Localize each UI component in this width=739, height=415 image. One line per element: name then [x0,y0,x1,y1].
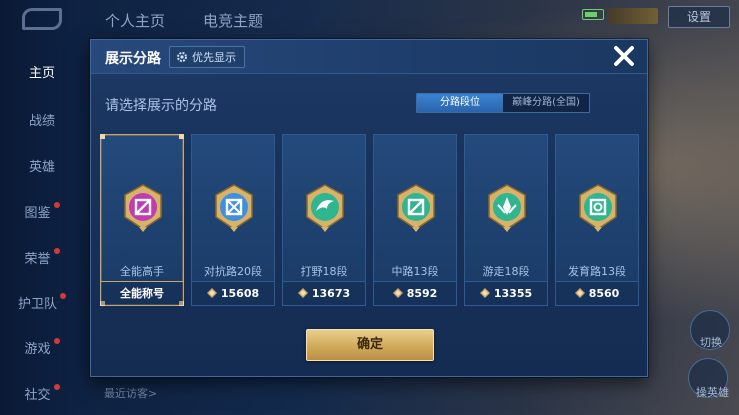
nav-label: 战绩 [28,114,55,129]
mid-lane-emblem-icon [397,184,435,232]
left-navigation: 主页 战绩 英雄 图鉴 荣誉 护卫队 游戏 社交 [0,0,84,415]
lane-name: 发育路13段 [568,265,626,278]
lane-value: 8592 [406,287,438,300]
rank-points-icon [574,288,585,298]
lane-name: 游走18段 [482,265,530,278]
rank-points-icon [479,288,490,298]
lane-value: 13355 [493,287,533,300]
lane-name: 对抗路20段 [204,265,262,278]
lane-card-clash[interactable]: 对抗路20段 15608 [191,134,275,306]
lane-value: 15608 [220,287,260,300]
corner-mark [179,134,184,139]
tab-peak-lane[interactable]: 巅峰分路(全国) [503,94,589,112]
nav-label: 主页 [28,66,55,81]
lane-value-row: 8592 [374,281,456,305]
roam-emblem-icon [488,184,526,232]
tab-lane-rank[interactable]: 分路段位 [417,94,503,112]
all-round-emblem-icon [124,184,162,232]
dialog-subtitle: 请选择展示的分路 [105,98,217,114]
notification-dot [53,338,60,344]
nav-item-home[interactable]: 主页 [0,62,84,81]
lane-card-roam[interactable]: 游走18段 13355 [464,134,548,306]
switch-label: 切换 [700,336,722,349]
lane-name: 全能高手 [120,265,164,278]
nav-item-honor[interactable]: 荣誉 [0,248,84,267]
notification-dot [53,248,60,254]
priority-display-label: 优先显示 [192,51,236,64]
confirm-button[interactable]: 确定 [306,329,434,361]
hero-label: 操英雄 [696,386,729,399]
nav-label: 社交 [24,388,51,403]
lane-card-all-round[interactable]: 全能高手 全能称号 [100,134,184,306]
back-logo-icon[interactable] [22,8,62,30]
nav-item-record[interactable]: 战绩 [0,110,84,129]
notification-dot [60,293,66,299]
dialog-title: 展示分路 [105,51,161,67]
lane-value: 13673 [311,287,351,300]
battery-icon [582,9,604,20]
lane-value: 全能称号 [120,287,164,300]
lane-value-row: 15608 [192,281,274,305]
nav-item-catalog[interactable]: 图鉴 [0,202,84,221]
tab-esports-theme[interactable]: 电竞主题 [203,12,263,30]
nav-label: 图鉴 [24,206,51,221]
notification-dot [53,384,60,390]
corner-mark [100,134,105,139]
lane-card-farm[interactable]: 发育路13段 8560 [555,134,639,306]
lane-value-row: 全能称号 [101,281,183,305]
nav-item-heroes[interactable]: 英雄 [0,156,84,175]
top-tabs: 个人主页 电竞主题 [105,10,301,31]
lane-name: 打野18段 [300,265,348,278]
lane-value-row: 13673 [283,281,365,305]
nav-item-guard[interactable]: 护卫队 [0,293,84,312]
nav-item-social[interactable]: 社交 [0,384,84,403]
dialog-header: 展示分路 优先显示 [91,40,647,74]
farm-lane-emblem-icon [579,184,617,232]
lane-mode-toggle: 分路段位 巅峰分路(全国) [416,93,590,113]
rank-points-icon [297,288,308,298]
recent-visitors[interactable]: 最近访客> [104,385,157,401]
lane-value: 8560 [588,287,620,300]
lane-value-row: 13355 [465,281,547,305]
close-icon[interactable] [611,43,637,69]
lane-value-row: 8560 [556,281,638,305]
gear-icon [177,52,187,62]
settings-button[interactable]: 设置 [668,6,730,28]
nav-item-games[interactable]: 游戏 [0,338,84,357]
clash-lane-emblem-icon [215,184,253,232]
lane-name: 中路13段 [391,265,439,278]
lane-display-dialog: 展示分路 优先显示 请选择展示的分路 分路段位 巅峰分路(全国) 全能高手 全能… [90,39,648,377]
notification-dot [53,202,60,208]
nav-label: 荣誉 [24,252,51,267]
jungle-emblem-icon [306,184,344,232]
lane-card-mid[interactable]: 中路13段 8592 [373,134,457,306]
nav-label: 英雄 [28,160,55,175]
nav-label: 护卫队 [17,297,57,312]
lane-card-jungle[interactable]: 打野18段 13673 [282,134,366,306]
rank-points-icon [206,288,217,298]
tab-personal-home[interactable]: 个人主页 [105,12,165,30]
nav-label: 游戏 [24,342,51,357]
rank-points-icon [392,288,403,298]
priority-display-button[interactable]: 优先显示 [169,46,245,68]
currency-badge [608,8,658,24]
